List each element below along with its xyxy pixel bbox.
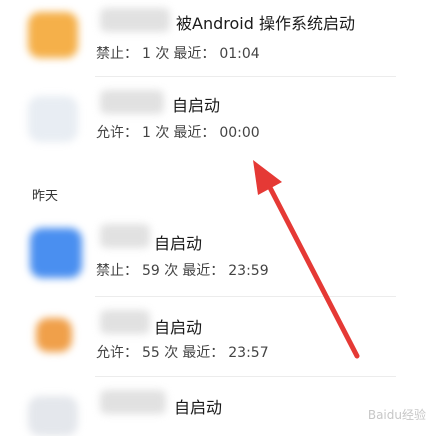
list-item[interactable]: 自启动 允许： 1 次最近： 00:00 (0, 80, 434, 160)
status-label: 允许： (96, 345, 138, 361)
item-meta: 禁止： 59 次最近： 23:59 (96, 260, 273, 280)
recent-label: 最近： (173, 46, 216, 62)
recent-time: 01:04 (219, 46, 260, 62)
divider (95, 376, 396, 377)
blurred-app-name (100, 224, 150, 248)
status-label: 禁止： (96, 263, 138, 279)
blurred-app-name (100, 8, 170, 32)
item-title: 自启动 (174, 398, 223, 417)
launch-count: 1 次 (142, 125, 170, 141)
item-meta: 允许： 55 次最近： 23:57 (96, 342, 273, 362)
recent-time: 23:59 (228, 263, 269, 279)
launch-count: 59 次 (142, 263, 179, 279)
list-item[interactable]: 自启动 允许： 55 次最近： 23:57 (0, 300, 434, 380)
arrow-head (253, 160, 282, 195)
item-title: 自启动 (154, 234, 203, 253)
item-title: 被Android 操作系统启动 (176, 14, 355, 33)
app-icon (28, 96, 78, 142)
recent-label: 最近： (173, 125, 216, 141)
divider (95, 296, 396, 297)
blurred-app-name (100, 390, 166, 414)
item-meta: 允许： 1 次最近： 00:00 (96, 122, 264, 142)
blurred-app-name (100, 310, 150, 334)
recent-time: 00:00 (219, 125, 260, 141)
app-icon (28, 396, 78, 436)
status-label: 禁止： (96, 46, 138, 62)
divider (95, 76, 396, 77)
blurred-app-name (100, 90, 164, 114)
list-item[interactable]: 自启动 禁止： 59 次最近： 23:59 (0, 220, 434, 300)
recent-time: 23:57 (228, 345, 269, 361)
recent-label: 最近： (182, 263, 225, 279)
list-item[interactable]: 被Android 操作系统启动 禁止： 1 次最近： 01:04 (0, 0, 434, 80)
app-icon (28, 12, 78, 58)
item-title: 自启动 (154, 318, 203, 337)
app-icon (36, 318, 72, 352)
launch-count: 55 次 (142, 345, 179, 361)
launch-count: 1 次 (142, 46, 170, 62)
watermark: Baidu经验 (367, 408, 426, 422)
app-icon (30, 228, 82, 278)
status-label: 允许： (96, 125, 138, 141)
item-title: 自启动 (172, 96, 221, 115)
recent-label: 最近： (182, 345, 225, 361)
item-meta: 禁止： 1 次最近： 01:04 (96, 43, 264, 63)
section-header-yesterday: 昨天 (32, 189, 59, 204)
